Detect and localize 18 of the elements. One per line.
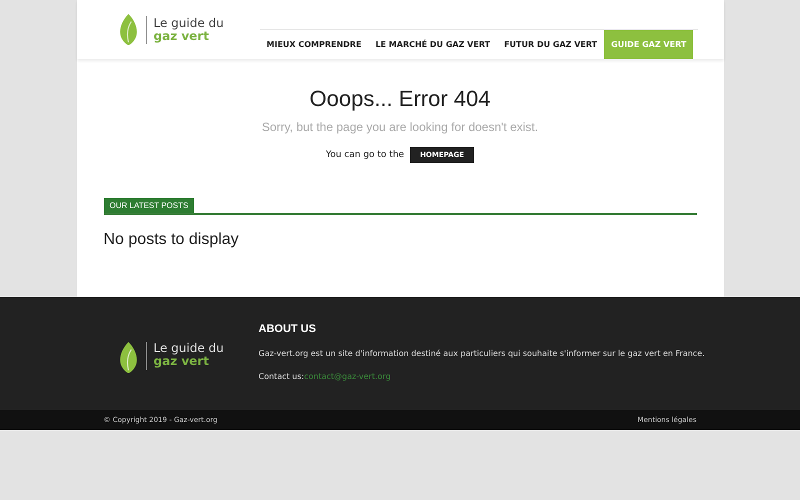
nav-link[interactable]: FUTUR DU GAZ VERT — [497, 30, 604, 59]
nav-link[interactable]: LE MARCHÉ DU GAZ VERT — [368, 30, 498, 59]
logo-text: gaz vert — [154, 30, 210, 42]
about-heading: ABOUT US — [258, 323, 317, 335]
about-text: Gaz-vert.org est un site d'information destiné aux particuliers qui souhaite s'informer sur le gaz vert en France. — [258, 349, 705, 358]
leaf-icon — [118, 342, 138, 374]
prompt-text: You can go to the — [326, 150, 404, 160]
contact-label: Contact us: — [258, 372, 304, 381]
empty-message: No posts to display — [104, 231, 240, 249]
error-title: Ooops... Error 404 — [308, 86, 492, 112]
leaf-icon — [118, 14, 138, 46]
logo-text: gaz vert — [154, 355, 210, 368]
logo-text: Le guide du — [154, 16, 224, 30]
section-heading: OUR LATEST POSTS — [104, 198, 194, 213]
email-link[interactable]: contact@gaz-vert.org — [304, 372, 391, 381]
nav-link[interactable]: MIEUX COMPRENDRE — [260, 30, 368, 59]
logo-text: Le guide du — [154, 342, 224, 355]
error-message: Sorry, but the page you are looking for doesn't exist. — [260, 120, 540, 134]
